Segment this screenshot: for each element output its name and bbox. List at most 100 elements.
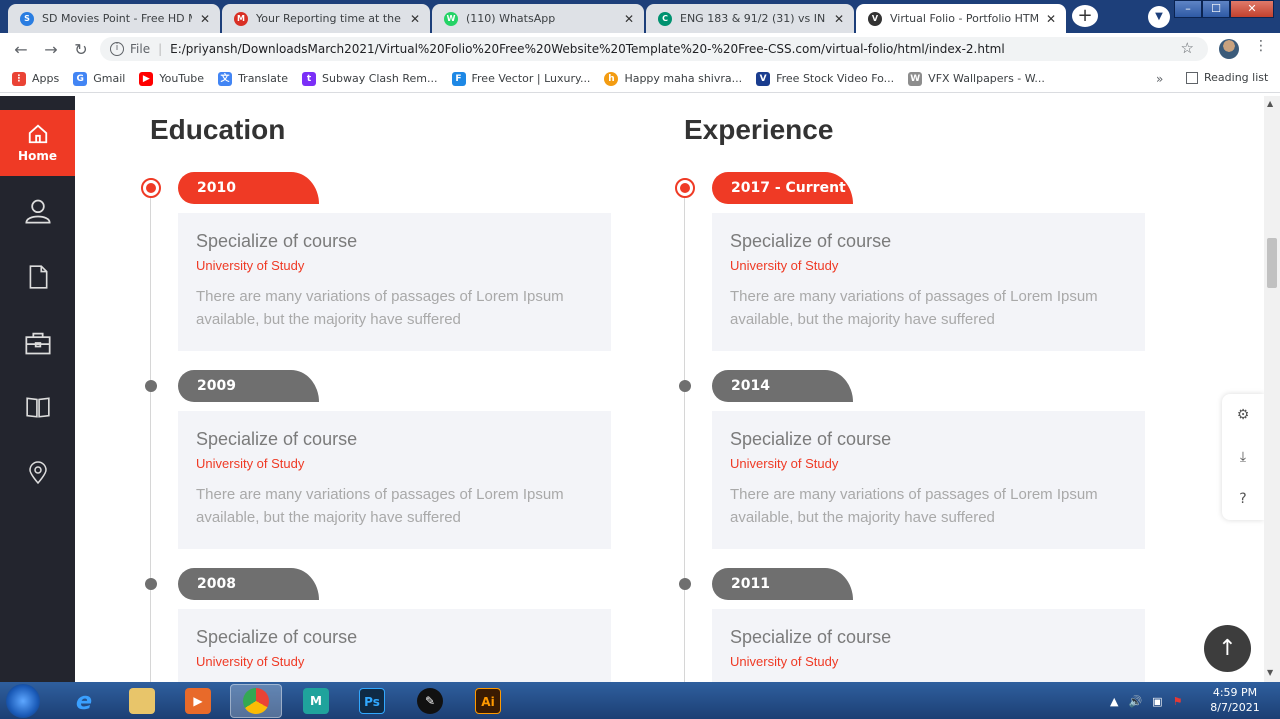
bookmark-apps[interactable]: ⋮ Apps (12, 71, 59, 86)
school-name: University of Study (196, 456, 305, 471)
tab-close-icon[interactable]: ✕ (832, 12, 846, 26)
start-button[interactable] (6, 684, 40, 718)
document-icon (29, 265, 47, 289)
settings-gear-icon[interactable]: ⚙ (1237, 407, 1250, 423)
sidebar-item-blog[interactable] (0, 374, 75, 440)
sidebar-item-home[interactable]: Home (0, 110, 75, 176)
taskbar-chrome[interactable] (230, 684, 282, 718)
taskbar-illustrator[interactable]: Ai (462, 684, 514, 718)
bookmark-label: VFX Wallpapers - W... (928, 72, 1045, 85)
tab-search-icon[interactable]: ▼ (1148, 6, 1170, 28)
page-viewport: Home Education 2010 Specialize of course… (0, 96, 1280, 682)
browser-tab[interactable]: W (110) WhatsApp ✕ (432, 4, 644, 33)
bookmark-stock-video[interactable]: V Free Stock Video Fo... (756, 71, 894, 86)
tab-close-icon[interactable]: ✕ (622, 12, 636, 26)
course-title: Specialize of course (730, 231, 892, 251)
close-window-button[interactable]: ✕ (1230, 0, 1274, 18)
cricbuzz-favicon-icon: C (658, 11, 672, 26)
card-description: There are many variations of passages of… (196, 486, 564, 526)
tray-expand-icon[interactable]: ▲ (1110, 695, 1118, 708)
page-scrollbar[interactable]: ▲ ▼ (1264, 96, 1280, 682)
tab-close-icon[interactable]: ✕ (1044, 12, 1058, 26)
minimize-button[interactable]: – (1174, 0, 1202, 18)
bookmark-star-icon[interactable]: ☆ (1181, 39, 1194, 57)
maya-icon: M (303, 688, 329, 714)
tab-title: (110) WhatsApp (466, 12, 556, 25)
experience-card: Specialize of course University of Study… (712, 213, 1145, 351)
help-icon[interactable]: ? (1239, 491, 1246, 507)
education-title: Education (150, 114, 286, 145)
tab-close-icon[interactable]: ✕ (408, 12, 422, 26)
scroll-up-icon[interactable]: ▲ (1267, 99, 1273, 108)
browser-tab-active[interactable]: V Virtual Folio - Portfolio HTML5 ✕ (856, 4, 1066, 33)
virtual-folio-favicon-icon: V (868, 11, 882, 26)
taskbar-explorer[interactable] (116, 684, 168, 718)
browser-tab[interactable]: M Your Reporting time at the Te ✕ (222, 4, 430, 33)
bookmark-shivratri[interactable]: h Happy maha shivra... (604, 71, 742, 86)
sidebar-item-resume[interactable] (0, 244, 75, 310)
url-text[interactable]: E:/priyansh/DownloadsMarch2021/Virtual%2… (170, 42, 1005, 56)
bookmark-subway-clash[interactable]: t Subway Clash Rem... (302, 71, 438, 86)
bookmark-vfx-wallpapers[interactable]: W VFX Wallpapers - W... (908, 71, 1045, 86)
videvo-icon: V (756, 71, 771, 86)
profile-avatar[interactable] (1219, 39, 1239, 59)
bookmark-gmail[interactable]: G Gmail (73, 71, 125, 86)
reload-icon[interactable]: ↻ (66, 40, 96, 59)
bookmark-free-vector[interactable]: F Free Vector | Luxury... (451, 71, 590, 86)
new-tab-button[interactable]: + (1072, 5, 1098, 27)
clock-time: 4:59 PM (1212, 686, 1258, 699)
browser-tab[interactable]: C ENG 183 & 91/2 (31) vs IND 2 ✕ (646, 4, 854, 33)
taskbar-maya[interactable]: M (290, 684, 342, 718)
chrome-icon (243, 688, 269, 714)
taskbar-photoshop[interactable]: Ps (346, 684, 398, 718)
scroll-down-icon[interactable]: ▼ (1267, 668, 1273, 677)
timeline-dot-active (675, 178, 695, 198)
bookmark-youtube[interactable]: ▶ YouTube (139, 71, 204, 86)
bookmarks-overflow-icon[interactable]: » (1156, 72, 1163, 86)
photoshop-icon: Ps (359, 688, 385, 714)
browser-menu-icon[interactable]: ⋮ (1254, 38, 1268, 54)
browser-toolbar: ← → ↻ i File | E:/priyansh/DownloadsMarc… (0, 33, 1280, 65)
system-tray: ▲ 🔊 ▣ ⚑ (1110, 684, 1182, 718)
taskbar-inkscape[interactable]: ✎ (404, 684, 456, 718)
timeline-dot (679, 578, 691, 590)
maximize-button[interactable]: ☐ (1202, 0, 1230, 18)
download-icon[interactable]: ⤓ (1240, 449, 1246, 465)
reading-list-button[interactable]: Reading list (1186, 71, 1268, 84)
site-info-icon[interactable]: i (110, 42, 124, 56)
address-bar[interactable]: i File | E:/priyansh/DownloadsMarch2021/… (100, 37, 1208, 61)
wallpaper-icon: W (908, 71, 923, 86)
sidebar-item-label: Home (18, 149, 57, 163)
scrollbar-thumb[interactable] (1267, 238, 1277, 288)
tab-close-icon[interactable]: ✕ (198, 12, 212, 26)
sidebar-item-portfolio[interactable] (0, 310, 75, 376)
folder-icon (129, 688, 155, 714)
back-arrow-icon[interactable]: ← (6, 40, 36, 59)
taskbar-media-player[interactable]: ▶ (172, 684, 224, 718)
browser-tab[interactable]: S SD Movies Point - Free HD Mo ✕ (8, 4, 220, 33)
card-description: There are many variations of passages of… (730, 288, 1098, 328)
bookmark-label: Translate (238, 72, 289, 85)
tab-title: ENG 183 & 91/2 (31) vs IND 2 (680, 12, 826, 25)
school-name: University of Study (196, 258, 305, 273)
card-description: There are many variations of passages of… (196, 288, 564, 328)
clock-date: 8/7/2021 (1210, 701, 1260, 714)
action-center-flag-icon[interactable]: ⚑ (1173, 695, 1183, 708)
volume-icon[interactable]: 🔊 (1128, 695, 1142, 708)
network-icon[interactable]: ▣ (1152, 695, 1162, 708)
taskbar-clock[interactable]: 4:59 PM 8/7/2021 (1204, 685, 1266, 715)
bookmark-translate[interactable]: 文 Translate (218, 71, 289, 86)
illustrator-icon: Ai (475, 688, 501, 714)
year-badge: 2011 (712, 568, 853, 600)
sidebar-item-contact[interactable] (0, 440, 75, 506)
card-description: There are many variations of passages of… (730, 486, 1098, 526)
sidebar-item-about[interactable] (0, 178, 75, 244)
taskbar-ie[interactable]: e (58, 684, 110, 718)
back-to-top-button[interactable]: ↑ (1204, 625, 1251, 672)
forward-arrow-icon[interactable]: → (36, 40, 66, 59)
reading-list-icon (1186, 71, 1198, 84)
whatsapp-favicon-icon: W (444, 11, 458, 26)
experience-timeline-line (684, 188, 685, 682)
gmail-favicon-icon: M (234, 11, 248, 26)
tab-title: Virtual Folio - Portfolio HTML5 (890, 12, 1038, 25)
